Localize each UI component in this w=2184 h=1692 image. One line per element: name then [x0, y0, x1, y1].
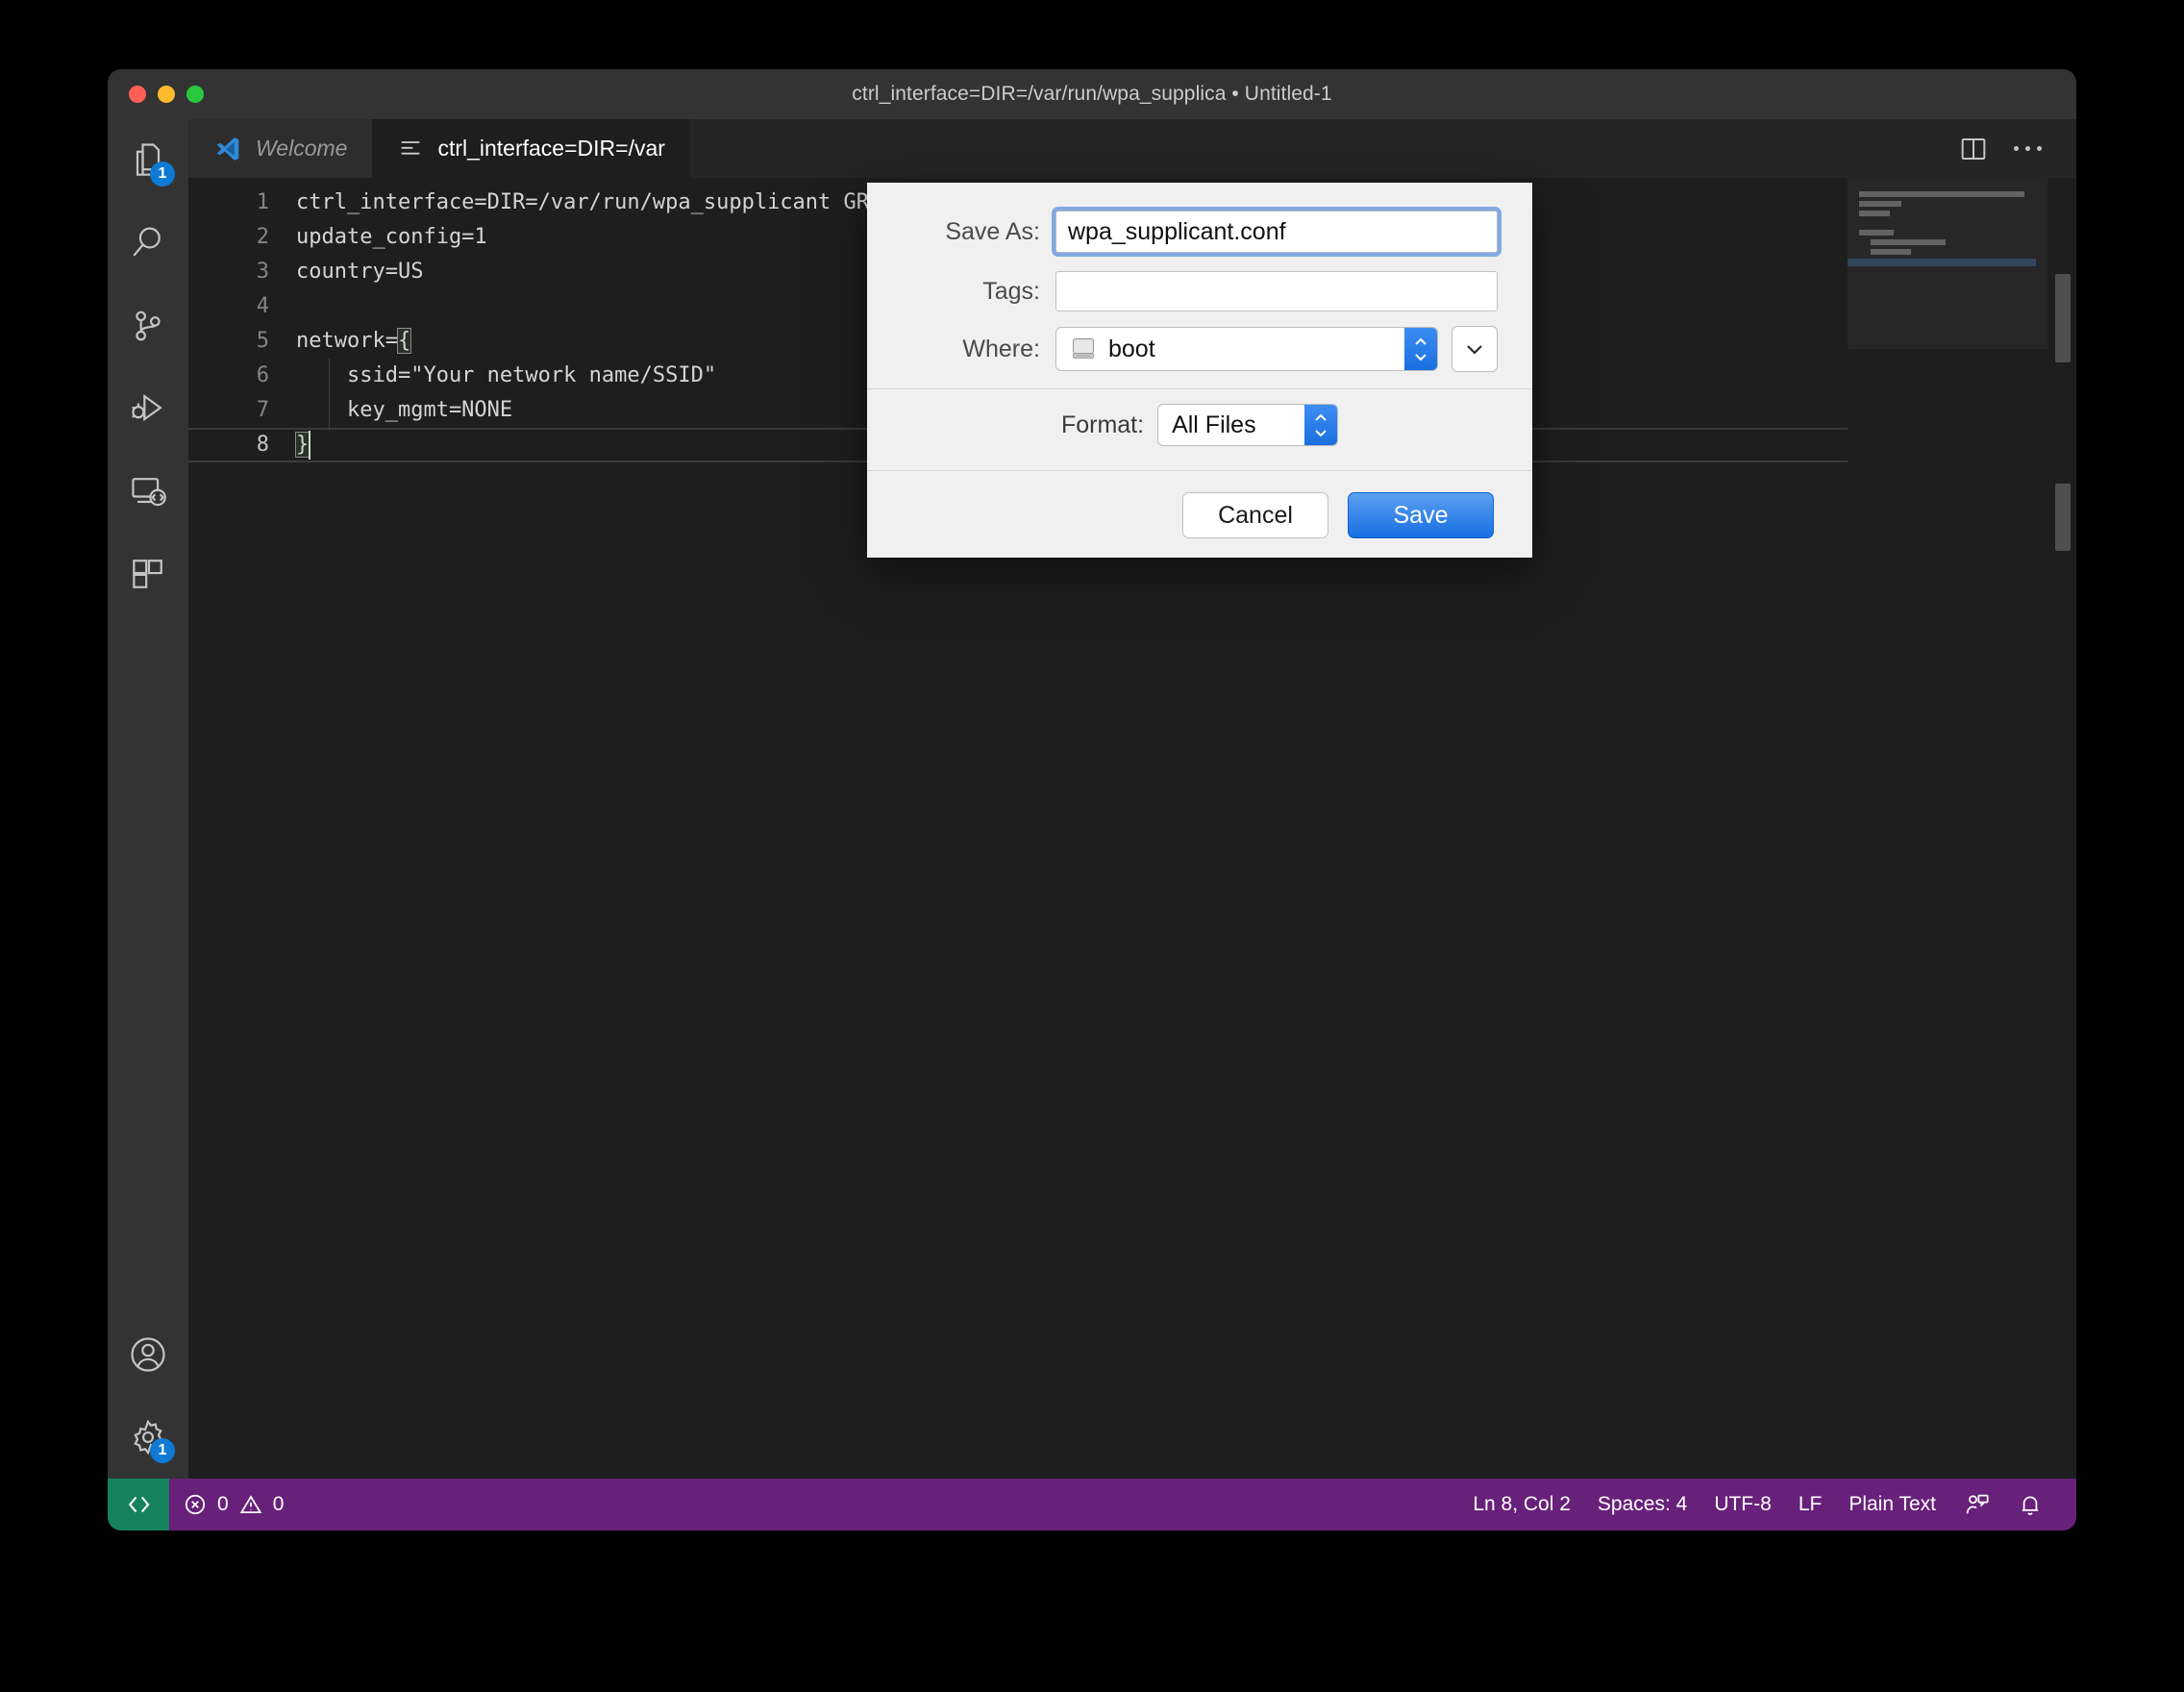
format-stepper-icon[interactable] [1304, 405, 1338, 445]
line-number: 1 [256, 190, 269, 214]
bracket-match-close: } [294, 432, 310, 458]
status-bar-right: Ln 8, Col 2 Spaces: 4 UTF-8 LF Plain Tex… [1459, 1479, 2076, 1530]
feedback-button[interactable] [1949, 1479, 2003, 1530]
minimize-window-button[interactable] [158, 86, 175, 103]
format-dropdown[interactable]: All Files [1157, 404, 1339, 446]
settings-badge: 1 [150, 1438, 175, 1463]
line-number: 2 [256, 225, 269, 249]
format-value: All Files [1172, 411, 1256, 438]
where-dropdown[interactable]: boot [1055, 327, 1438, 371]
warning-icon [239, 1495, 261, 1513]
cursor-position-status[interactable]: Ln 8, Col 2 [1459, 1479, 1584, 1530]
sidebar-item-accounts[interactable] [108, 1313, 188, 1396]
scrollbar-thumb-secondary[interactable] [2055, 484, 2071, 551]
extensions-icon [133, 560, 162, 588]
tab-welcome[interactable]: Welcome [188, 119, 373, 178]
vscode-logo-icon [216, 137, 239, 161]
sidebar-item-remote-explorer[interactable] [108, 450, 188, 533]
more-actions-icon[interactable] [2014, 146, 2042, 151]
line-number: 3 [256, 260, 269, 284]
split-editor-icon[interactable] [1958, 134, 1989, 164]
text-cursor [309, 431, 311, 460]
sidebar-item-source-control[interactable] [108, 285, 188, 367]
close-window-button[interactable] [129, 86, 146, 103]
line-number: 8 [256, 433, 269, 457]
account-icon [131, 1337, 165, 1372]
search-icon [133, 227, 161, 257]
line-text: ssid="Your network name/SSID" [296, 363, 717, 387]
error-count: 0 [217, 1493, 229, 1515]
cancel-button[interactable]: Cancel [1182, 492, 1328, 538]
language-mode-status[interactable]: Plain Text [1835, 1479, 1949, 1530]
sidebar-item-search[interactable] [108, 202, 188, 285]
line-text: update_config=1 [296, 225, 487, 249]
activity-bar: 1 1 [108, 119, 188, 1479]
tab-ctrl-interface[interactable]: ctrl_interface=DIR=/var [372, 119, 690, 178]
tab-label: ctrl_interface=DIR=/var [437, 136, 665, 161]
line-text: key_mgmt=NONE [296, 398, 513, 422]
error-icon [185, 1494, 206, 1515]
line-number: 7 [256, 398, 269, 422]
remote-indicator[interactable] [108, 1479, 169, 1530]
editor-scrollbar[interactable] [2048, 178, 2076, 1479]
save-button[interactable]: Save [1348, 492, 1494, 538]
tab-label: Welcome [256, 136, 348, 161]
minimap-slider[interactable] [1848, 178, 2048, 349]
feedback-icon [1966, 1494, 1989, 1514]
vscode-window: ctrl_interface=DIR=/var/run/wpa_supplica… [108, 69, 2076, 1530]
warning-count: 0 [272, 1493, 285, 1515]
explorer-badge: 1 [150, 162, 175, 187]
sidebar-item-extensions[interactable] [108, 533, 188, 615]
notifications-button[interactable] [2003, 1479, 2057, 1530]
remote-indicator-icon [128, 1496, 150, 1513]
minimap[interactable] [1848, 178, 2048, 1479]
disk-icon [1072, 337, 1095, 359]
save-as-label: Save As: [945, 217, 1040, 245]
line-number: 6 [256, 363, 269, 387]
line-text: network={ [296, 328, 412, 354]
run-debug-icon [132, 394, 162, 422]
bracket-match-open: { [396, 328, 412, 354]
where-label: Where: [962, 335, 1040, 362]
format-row: Format: All Files [867, 389, 1532, 460]
window-controls [129, 69, 204, 119]
plaintext-file-icon [402, 140, 420, 155]
remote-explorer-icon [132, 478, 166, 507]
dialog-buttons: Cancel Save [867, 471, 1532, 538]
where-value: boot [1108, 335, 1155, 362]
format-label: Format: [1060, 411, 1145, 438]
window-title-bar: ctrl_interface=DIR=/var/run/wpa_supplica… [108, 69, 2076, 119]
save-as-row: Save As: wpa_supplicant.conf [867, 200, 1532, 263]
editor-tab-bar: Welcome ctrl_interface=DIR=/var [188, 119, 2076, 178]
tags-row: Tags: [867, 263, 1532, 319]
file-name-input[interactable]: wpa_supplicant.conf [1055, 211, 1498, 253]
bell-icon [2022, 1496, 2039, 1515]
line-text: country=US [296, 260, 424, 284]
status-bar: 0 0 Ln 8, Col 2 Spaces: 4 UTF-8 LF Plain… [108, 1479, 2076, 1530]
problems-status[interactable]: 0 0 [169, 1479, 297, 1530]
sidebar-item-run-and-debug[interactable] [108, 367, 188, 450]
window-title: ctrl_interface=DIR=/var/run/wpa_supplica… [852, 83, 1332, 105]
encoding-status[interactable]: UTF-8 [1700, 1479, 1785, 1530]
line-text: } [294, 428, 311, 462]
expand-browser-button[interactable] [1452, 326, 1498, 372]
maximize-window-button[interactable] [186, 86, 204, 103]
sidebar-item-explorer[interactable]: 1 [108, 119, 188, 202]
editor-actions [1958, 119, 2076, 178]
source-control-icon [136, 311, 161, 341]
eol-status[interactable]: LF [1785, 1479, 1836, 1530]
tags-input[interactable] [1055, 271, 1498, 311]
indentation-status[interactable]: Spaces: 4 [1584, 1479, 1700, 1530]
scrollbar-thumb[interactable] [2055, 274, 2071, 362]
line-number: 5 [256, 329, 269, 353]
save-as-dialog: Save As: wpa_supplicant.conf Tags: Where… [867, 183, 1532, 558]
tags-label: Tags: [982, 277, 1040, 305]
chevron-down-icon [1467, 345, 1482, 355]
sidebar-item-settings[interactable]: 1 [108, 1396, 188, 1479]
line-number: 4 [256, 294, 269, 318]
where-row: Where: boot [867, 319, 1532, 379]
where-stepper-icon[interactable] [1404, 328, 1437, 370]
